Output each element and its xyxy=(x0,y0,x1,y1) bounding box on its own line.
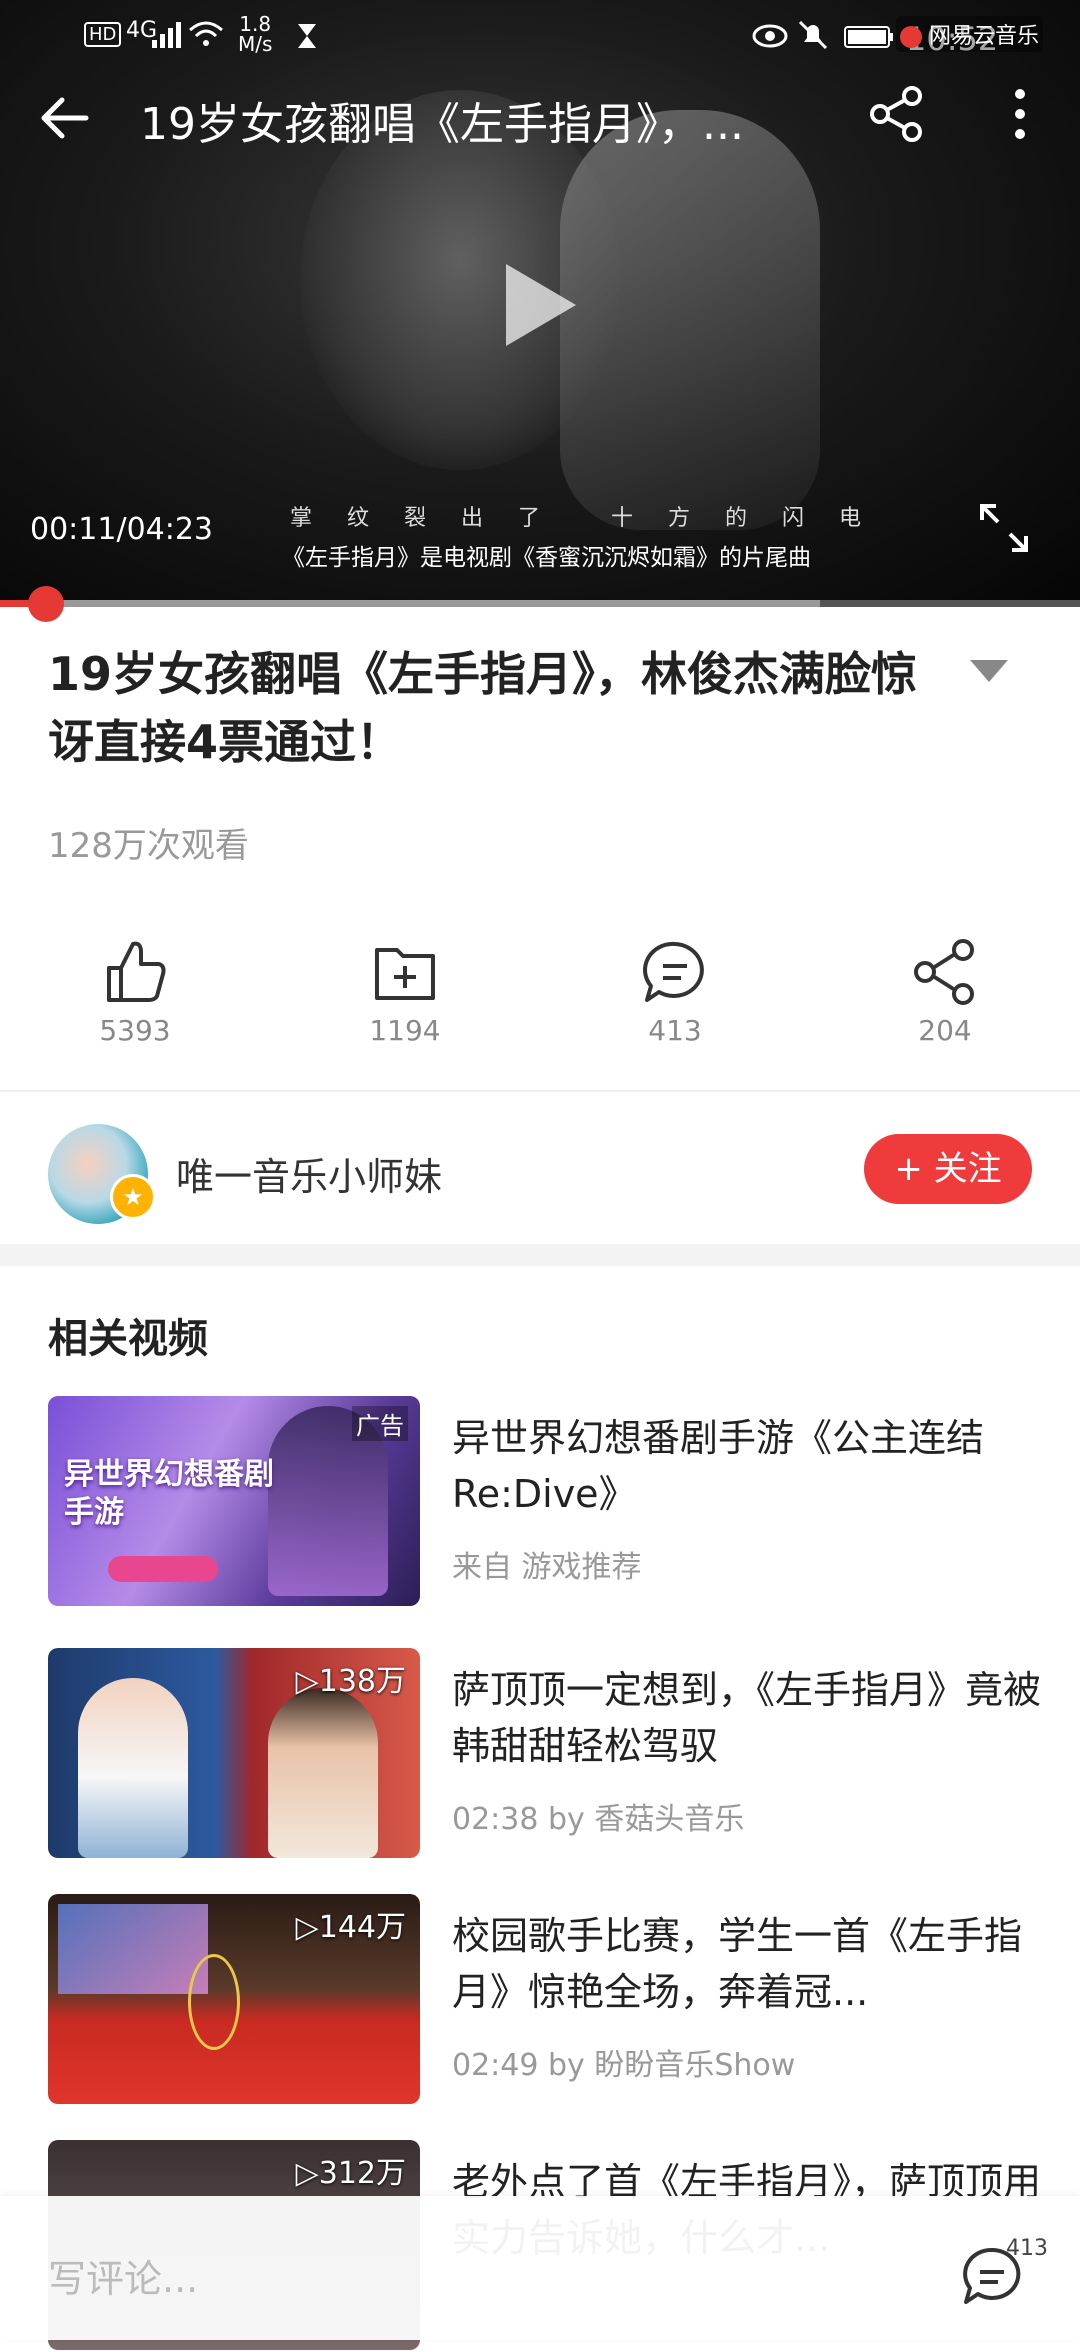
comment-bar-count: 413 xyxy=(1006,2236,1048,2261)
highlight-circle xyxy=(188,1954,240,2050)
app-watermark-text: 网易云音乐 xyxy=(929,24,1040,49)
speed-value: 1.8 xyxy=(239,12,272,36)
share-button[interactable]: 204 xyxy=(870,936,1020,1047)
comment-count: 413 xyxy=(648,1014,702,1047)
lyric-subtitle: 掌 纹 裂 出 了 十 方 的 闪 电 xyxy=(290,506,875,531)
progress-knob[interactable] xyxy=(28,586,65,622)
thumbs-up-icon xyxy=(107,941,166,1002)
share-icon[interactable] xyxy=(864,82,928,146)
video-top-bar: 19岁女孩翻唱《左手指月》，... xyxy=(0,70,1080,160)
related-item[interactable]: 异世界幻想番剧手游 广告 异世界幻想番剧手游《公主连结Re:Dive》 来自 游… xyxy=(48,1396,1038,1608)
download-pill xyxy=(108,1556,218,1582)
playback-time: 00:11/04:23 xyxy=(30,512,214,547)
video-player[interactable]: HD 4G 1.8 M/s 10:52 网易云音乐 19岁女孩翻唱《左手指月》，… xyxy=(0,0,1080,607)
wifi-icon xyxy=(188,20,224,54)
related-item[interactable]: ▷138万 萨顶顶一定想到，《左手指月》竟被韩甜甜轻松驾驭 02:38 by 香… xyxy=(48,1648,1041,1860)
battery-icon xyxy=(844,26,894,54)
related-item-meta: 02:38 by 香菇头音乐 xyxy=(452,1802,745,1837)
comment-button[interactable]: 413 xyxy=(600,936,750,1047)
buffer-bar xyxy=(0,600,820,607)
follow-button[interactable]: + 关注 xyxy=(864,1134,1032,1204)
like-button[interactable]: 5393 xyxy=(60,936,210,1047)
singer-child xyxy=(78,1678,188,1858)
comment-bar: 写评论... 413 xyxy=(0,2196,1080,2340)
video-thumbnail[interactable]: ▷138万 xyxy=(48,1648,420,1858)
judge-woman xyxy=(268,1688,378,1858)
chevron-down-icon[interactable] xyxy=(970,660,1008,682)
share-count: 204 xyxy=(918,1014,972,1047)
related-item[interactable]: ▷144万 校园歌手比赛，学生一首《左手指月》惊艳全场，奔着冠... 02:49… xyxy=(48,1894,1038,2106)
view-count: 128万次观看 xyxy=(48,826,249,866)
video-frame-hand xyxy=(560,110,820,530)
hd-icon: HD xyxy=(84,22,122,47)
eye-icon xyxy=(752,24,788,54)
play-count: ▷138万 xyxy=(295,1664,406,1699)
comment-input[interactable]: 写评论... xyxy=(48,2248,198,2303)
comment-icon xyxy=(643,941,704,1002)
like-count: 5393 xyxy=(99,1014,171,1047)
share-icon xyxy=(914,939,974,1005)
video-title-bar: 19岁女孩翻唱《左手指月》，... xyxy=(140,99,744,150)
more-vertical-icon[interactable] xyxy=(1000,82,1040,146)
folder-plus-icon xyxy=(375,948,435,1000)
stage-banner xyxy=(58,1904,208,1994)
collect-count: 1194 xyxy=(369,1014,441,1047)
related-item-title: 萨顶顶一定想到，《左手指月》竟被韩甜甜轻松驾驭 xyxy=(452,1668,1042,1768)
video-title: 19岁女孩翻唱《左手指月》，林俊杰满脸惊讶直接4票通过！ xyxy=(48,647,918,769)
related-videos-heading: 相关视频 xyxy=(48,1316,208,1362)
related-item-title: 校园歌手比赛，学生一首《左手指月》惊艳全场，奔着冠... xyxy=(452,1914,1023,2014)
play-icon[interactable] xyxy=(500,260,580,350)
speed-unit: M/s xyxy=(238,32,273,56)
ad-badge: 广告 xyxy=(352,1406,408,1441)
app-watermark: 网易云音乐 xyxy=(896,16,1044,52)
related-item-meta: 02:49 by 盼盼音乐Show xyxy=(452,2048,796,2083)
video-progress-bar[interactable] xyxy=(0,586,1080,622)
status-bar: HD 4G 1.8 M/s 10:52 网易云音乐 xyxy=(0,0,1080,70)
signal-icon xyxy=(152,22,182,54)
fullscreen-icon[interactable] xyxy=(976,500,1032,556)
video-thumbnail[interactable]: 异世界幻想番剧手游 广告 xyxy=(48,1396,420,1606)
ad-thumb-text: 异世界幻想番剧手游 xyxy=(64,1457,274,1530)
section-separator xyxy=(0,1244,1080,1266)
netease-logo-icon xyxy=(900,26,922,48)
author-name[interactable]: 唯一音乐小师妹 xyxy=(176,1146,442,1201)
divider xyxy=(0,1090,1080,1092)
hourglass-icon xyxy=(296,22,318,56)
video-thumbnail[interactable]: ▷144万 xyxy=(48,1894,420,2104)
play-count: ▷144万 xyxy=(295,1910,406,1945)
back-arrow-icon[interactable] xyxy=(36,88,96,148)
collect-button[interactable]: 1194 xyxy=(330,936,480,1047)
related-item-meta: 来自 游戏推荐 xyxy=(452,1550,642,1585)
mute-bell-icon xyxy=(798,20,828,56)
caption-subtitle: 《左手指月》是电视剧《香蜜沉沉烬如霜》的片尾曲 xyxy=(282,545,811,571)
related-item-title: 异世界幻想番剧手游《公主连结Re:Dive》 xyxy=(452,1416,985,1516)
play-count: ▷312万 xyxy=(295,2156,406,2191)
star-badge-icon: ★ xyxy=(110,1174,156,1220)
speed-indicator: 1.8 M/s xyxy=(238,14,272,54)
